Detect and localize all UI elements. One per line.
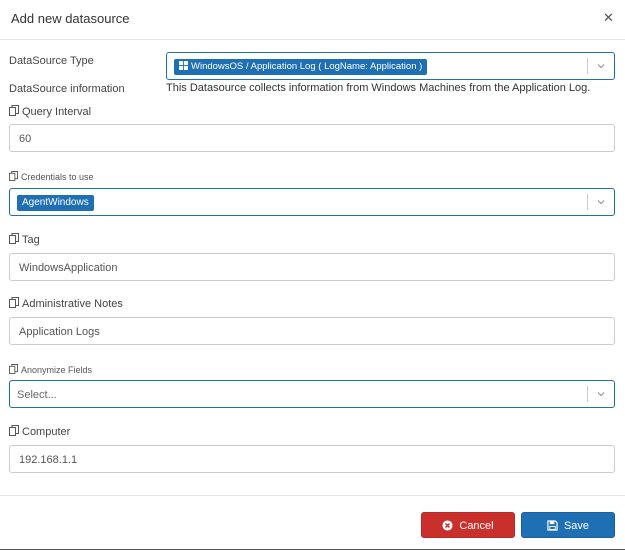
query-interval-label-text: Query Interval <box>22 106 92 118</box>
credentials-label-text: Credentials to use <box>21 172 94 182</box>
modal-header: Add new datasource ✕ <box>0 0 625 40</box>
query-interval-value: 60 <box>19 133 32 145</box>
admin-notes-input[interactable]: Application Logs <box>9 317 615 345</box>
floppy-disk-icon <box>547 520 558 531</box>
copy-icon[interactable] <box>9 105 19 116</box>
credentials-chip[interactable]: AgentWindows <box>17 195 94 211</box>
tag-input[interactable]: WindowsApplication <box>9 253 615 281</box>
modal-footer: Cancel Save <box>0 495 625 550</box>
copy-icon[interactable] <box>9 171 18 181</box>
admin-notes-label-text: Administrative Notes <box>22 298 123 310</box>
tag-value: WindowsApplication <box>19 262 118 274</box>
cancel-label: Cancel <box>459 520 494 532</box>
tag-label-text: Tag <box>22 234 40 246</box>
admin-notes-label: Administrative Notes <box>9 297 123 310</box>
admin-notes-value: Application Logs <box>19 326 100 338</box>
close-icon[interactable]: ✕ <box>603 11 614 24</box>
chevron-down-icon[interactable] <box>596 61 606 71</box>
datasource-info-text: This Datasource collects information fro… <box>166 82 591 94</box>
tag-label: Tag <box>9 233 40 246</box>
modal-title: Add new datasource <box>11 11 130 26</box>
query-interval-input[interactable]: 60 <box>9 124 615 152</box>
datasource-type-chip[interactable]: WindowsOS / Application Log ( LogName: A… <box>174 59 428 75</box>
anonymize-placeholder: Select... <box>17 389 57 401</box>
chevron-down-icon[interactable] <box>596 389 606 399</box>
cancel-circle-icon <box>442 520 453 531</box>
datasource-type-value: WindowsOS / Application Log ( LogName: A… <box>191 61 423 72</box>
computer-label-text: Computer <box>22 426 71 438</box>
anonymize-select[interactable]: Select... <box>9 380 615 408</box>
computer-label: Computer <box>9 425 70 438</box>
query-interval-label: Query Interval <box>9 105 91 118</box>
credentials-select[interactable]: AgentWindows <box>9 188 615 216</box>
copy-icon[interactable] <box>9 297 19 308</box>
credentials-label: Credentials to use <box>9 171 94 182</box>
datasource-info-label: DataSource information <box>9 83 125 95</box>
add-datasource-modal: Add new datasource ✕ DataSource Type Win… <box>0 0 625 550</box>
windows-icon <box>179 61 188 70</box>
copy-icon[interactable] <box>9 364 18 374</box>
computer-input[interactable]: 192.168.1.1 <box>9 445 615 473</box>
select-separator <box>587 58 588 74</box>
select-separator <box>587 194 588 210</box>
save-label: Save <box>563 520 590 532</box>
computer-value: 192.168.1.1 <box>19 454 78 466</box>
cancel-button[interactable]: Cancel <box>421 512 515 538</box>
datasource-type-label: DataSource Type <box>9 55 94 67</box>
anonymize-label: Anonymize Fields <box>9 364 92 375</box>
copy-icon[interactable] <box>9 233 19 244</box>
datasource-type-select[interactable]: WindowsOS / Application Log ( LogName: A… <box>166 52 615 80</box>
copy-icon[interactable] <box>9 425 19 436</box>
anonymize-label-text: Anonymize Fields <box>21 365 93 375</box>
chevron-down-icon[interactable] <box>596 197 606 207</box>
select-separator <box>587 386 588 402</box>
save-button[interactable]: Save <box>521 512 615 538</box>
